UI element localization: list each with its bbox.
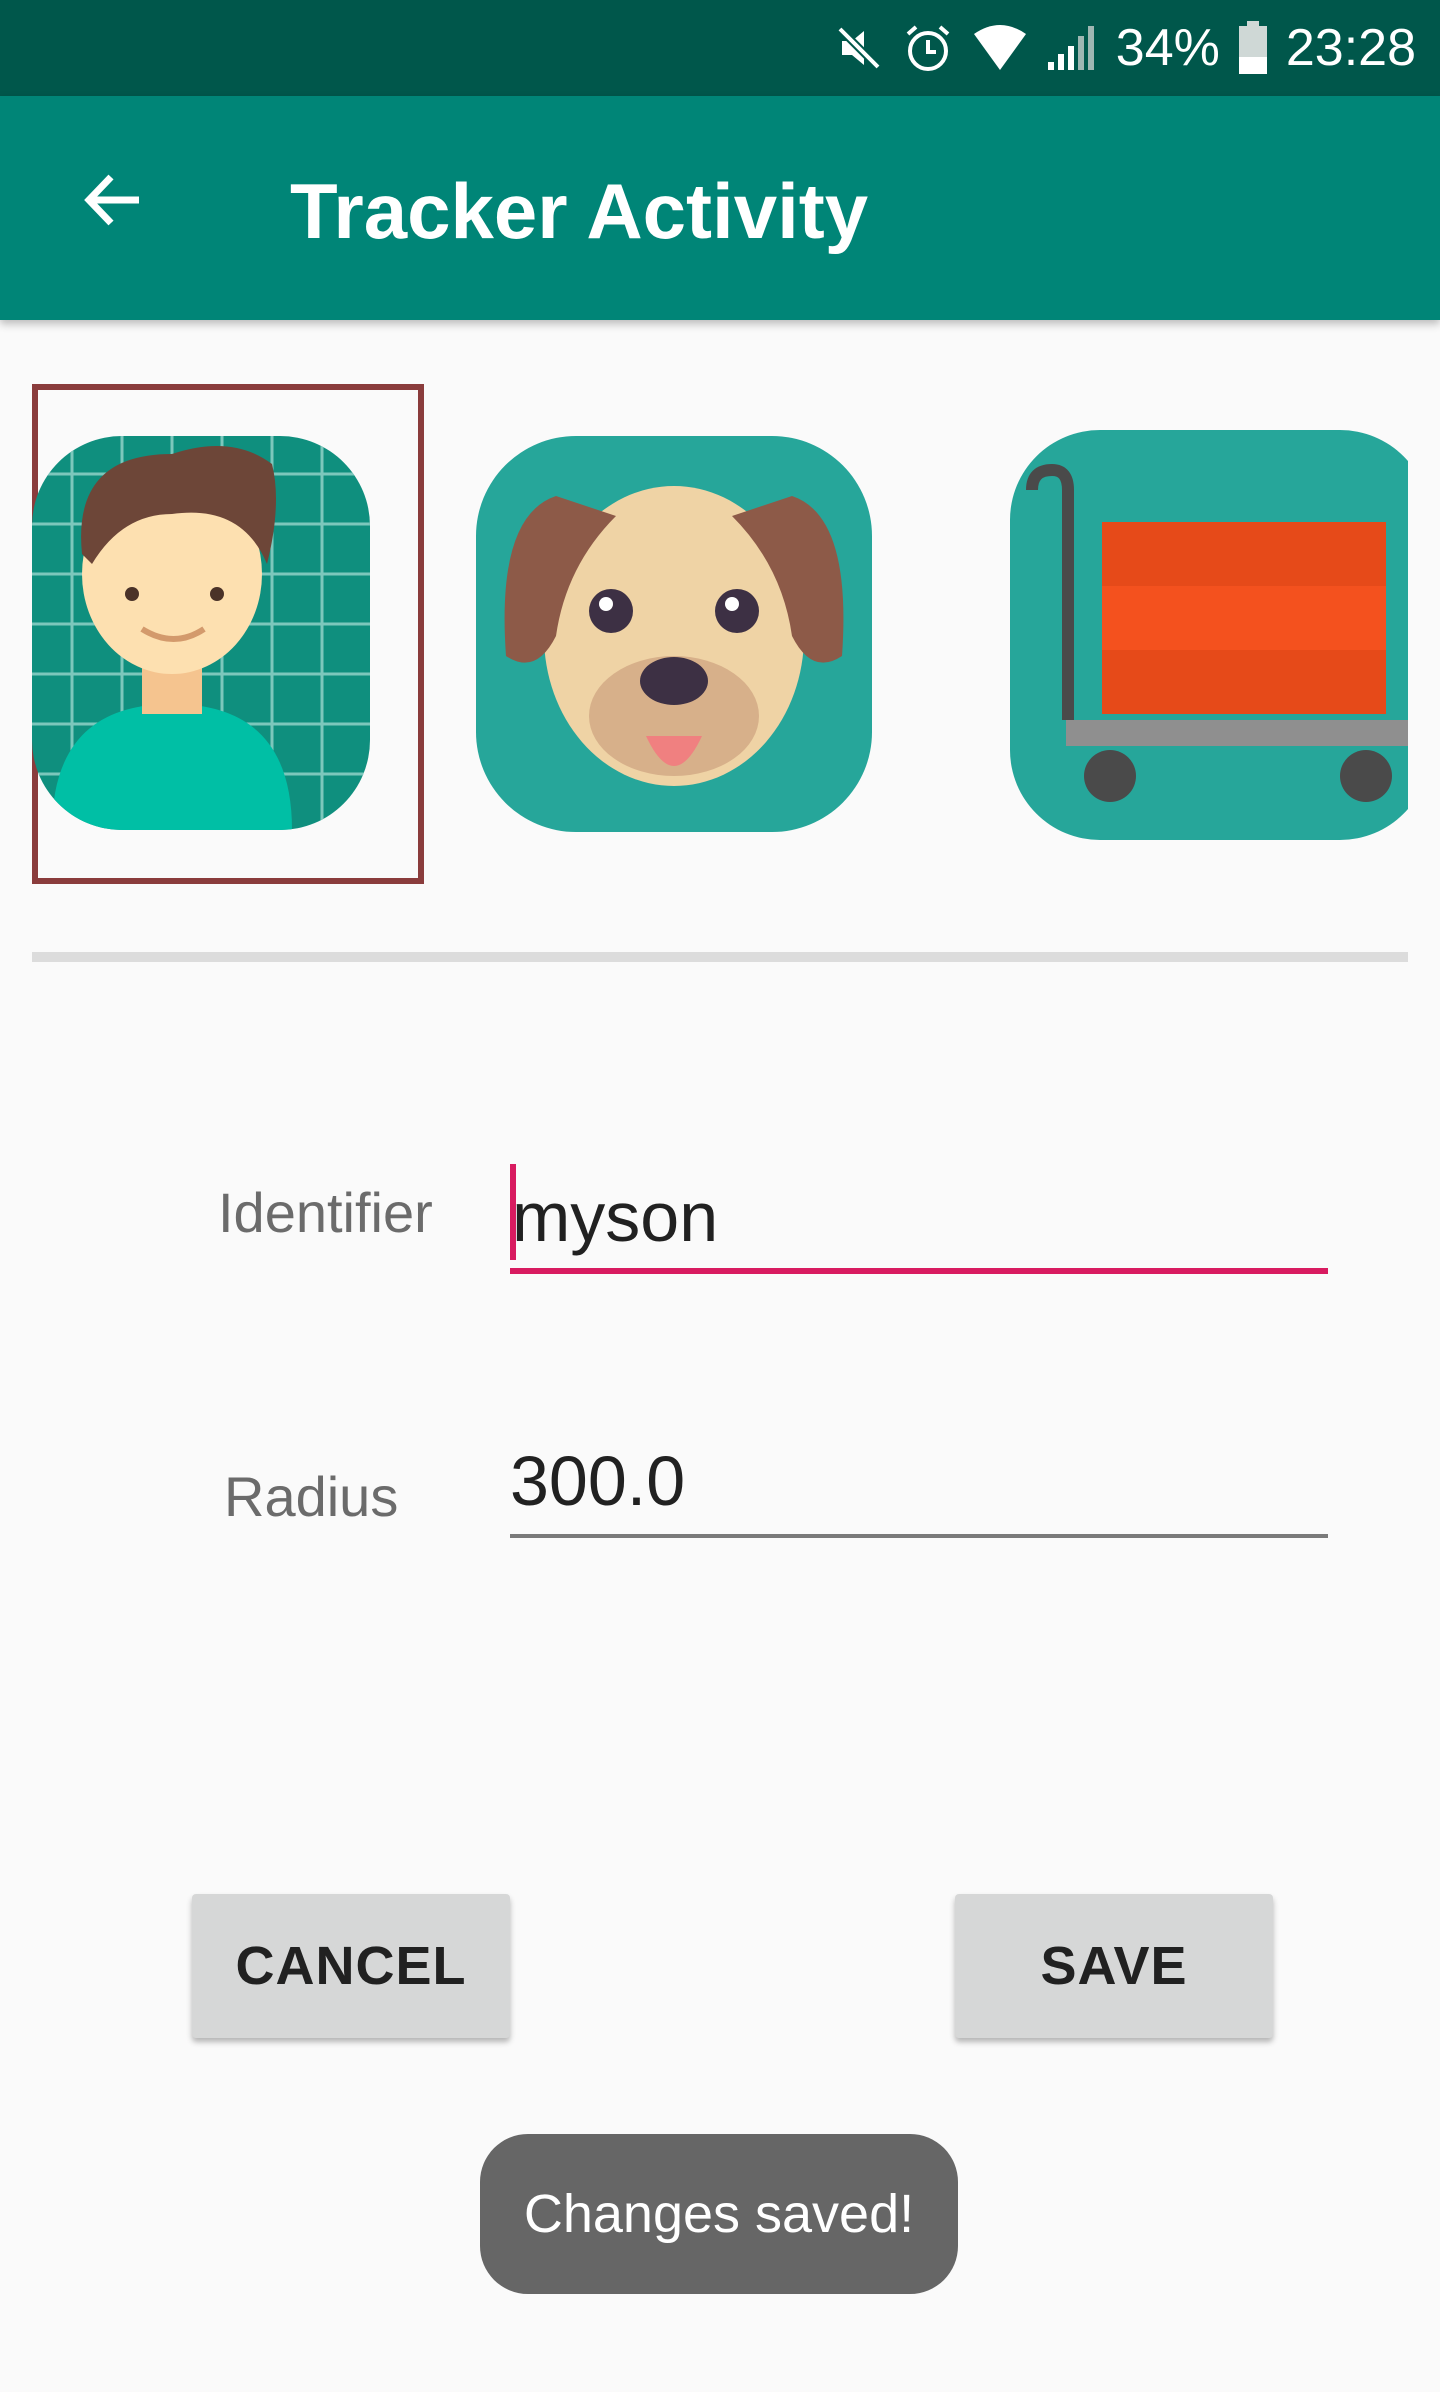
save-button[interactable]: SAVE — [955, 1894, 1273, 2038]
signal-icon — [1046, 24, 1098, 72]
battery-percent: 34% — [1115, 19, 1220, 77]
cart-avatar-icon — [1010, 430, 1430, 840]
identifier-underline — [510, 1268, 1328, 1274]
toast-message: Changes saved! — [480, 2134, 958, 2294]
avatar-dog-option[interactable] — [476, 436, 872, 832]
divider — [32, 952, 1408, 962]
mute-icon — [834, 23, 884, 73]
avatar-cart-option[interactable] — [1010, 430, 1430, 840]
radius-underline — [510, 1534, 1328, 1538]
avatar-picker — [32, 384, 1430, 884]
identifier-label: Identifier — [218, 1181, 433, 1244]
wifi-icon — [972, 24, 1028, 72]
arrow-back-icon — [84, 174, 139, 226]
status-bar: 34% 23:28 — [0, 0, 1440, 96]
dog-avatar-icon — [476, 436, 872, 832]
clock: 23:28 — [1285, 19, 1416, 77]
boy-avatar-icon — [32, 436, 370, 830]
identifier-input[interactable] — [512, 1172, 1328, 1262]
radius-input[interactable] — [510, 1436, 1328, 1526]
page-title: Tracker Activity — [290, 167, 869, 255]
back-button[interactable] — [60, 148, 164, 252]
app-bar: Tracker Activity — [0, 96, 1440, 320]
avatar-boy-option[interactable] — [32, 384, 424, 884]
text-caret — [510, 1164, 516, 1260]
radius-label: Radius — [224, 1465, 399, 1528]
battery-icon — [1238, 21, 1268, 75]
alarm-icon — [902, 22, 954, 74]
cancel-button[interactable]: CANCEL — [192, 1894, 510, 2038]
